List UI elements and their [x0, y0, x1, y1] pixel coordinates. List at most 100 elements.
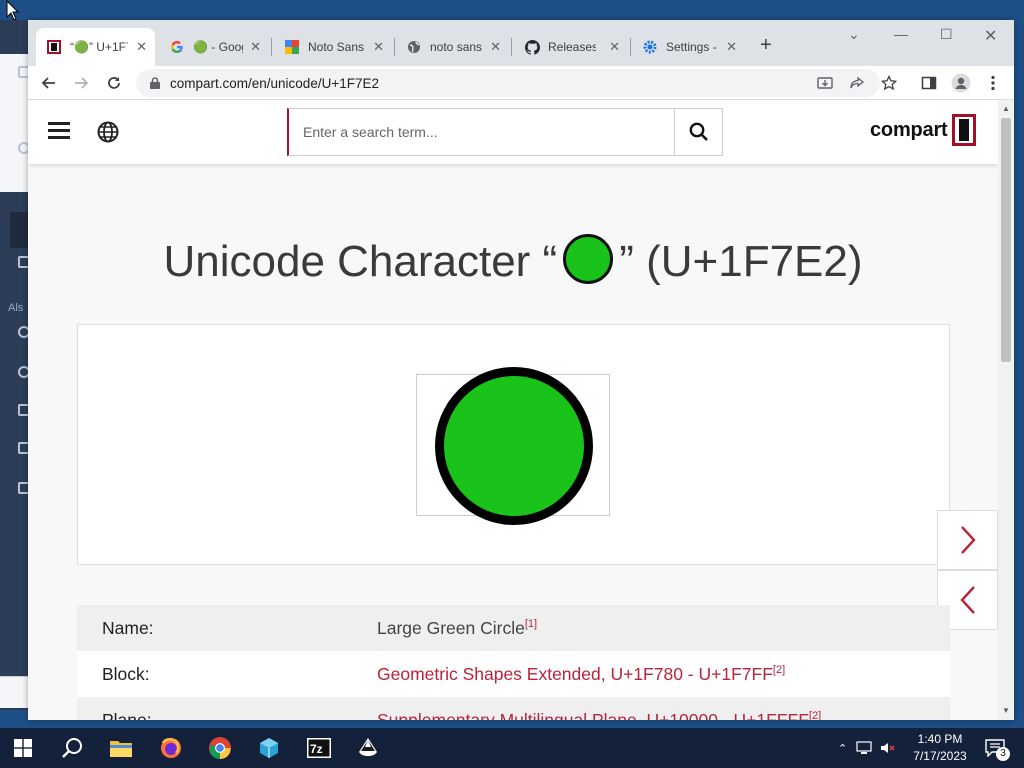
chevron-up-icon[interactable]: ⌃ [838, 742, 847, 755]
close-tab-icon[interactable]: ✕ [250, 39, 261, 55]
page-scrollbar[interactable]: ▲ ▼ [998, 100, 1014, 720]
firefox-icon [161, 738, 181, 758]
inkscape-icon [359, 738, 377, 756]
chevron-right-icon [960, 526, 976, 554]
tab-title: Noto Sans [308, 40, 364, 54]
side-panel-icon[interactable] [918, 72, 940, 94]
next-character-button[interactable] [937, 510, 998, 570]
table-row: Block: Geometric Shapes Extended, U+1F78… [77, 651, 950, 697]
property-value: Supplementary Multilingual Plane, U+1000… [377, 710, 821, 721]
reference-link[interactable]: [2] [773, 664, 785, 676]
url-text: compart.com/en/unicode/U+1F7E2 [170, 75, 379, 91]
google-icon [169, 39, 185, 55]
language-globe-icon[interactable] [97, 121, 119, 143]
tab-google[interactable]: 🟢 - Google ✕ [159, 32, 269, 62]
property-value: Large Green Circle[1] [377, 618, 537, 639]
tab-compart[interactable]: “🟢” U+1F7E2 ✕ [36, 28, 155, 66]
action-center-button[interactable]: 3 [978, 732, 1012, 764]
browser-toolbar: compart.com/en/unicode/U+1F7E2 [28, 66, 1014, 100]
background-app-label: Als [8, 302, 24, 314]
home-icon [10, 212, 30, 248]
cube-app-icon [260, 738, 278, 758]
site-search [287, 108, 723, 156]
search-button[interactable] [55, 732, 89, 764]
property-label: Plane: [102, 709, 152, 721]
title-prefix: Unicode Character “ [163, 237, 558, 286]
volume-muted-icon[interactable] [880, 741, 896, 755]
noto-icon [284, 39, 300, 55]
block-link[interactable]: Geometric Shapes Extended, U+1F780 - U+1… [377, 664, 773, 684]
tab-releases[interactable]: Releases ✕ [514, 32, 628, 62]
more-menu-icon[interactable] [982, 72, 1004, 94]
reference-link[interactable]: [2] [809, 710, 821, 720]
back-arrow-icon[interactable] [38, 72, 60, 94]
new-tab-button[interactable]: + [760, 34, 772, 57]
compart-icon [46, 39, 62, 55]
search-input[interactable] [289, 109, 675, 155]
tab-title: Releases [548, 40, 596, 54]
start-button[interactable] [6, 732, 40, 764]
app-cube-button[interactable] [252, 732, 286, 764]
search-icon [62, 738, 82, 758]
background-app-panel [0, 112, 30, 192]
network-icon[interactable] [856, 741, 872, 755]
search-button[interactable] [674, 109, 722, 155]
hamburger-menu-icon[interactable] [48, 122, 70, 140]
file-explorer-button[interactable] [104, 732, 138, 764]
tab-settings[interactable]: Settings - ✕ [632, 32, 745, 62]
tab-search-chevron-icon[interactable]: ⌄ [848, 26, 860, 43]
reload-icon[interactable] [103, 72, 125, 94]
chrome-button[interactable] [203, 732, 237, 764]
notification-count-badge: 3 [996, 747, 1010, 761]
scroll-up-icon[interactable]: ▲ [1002, 104, 1010, 113]
reference-link[interactable]: [1] [525, 618, 537, 630]
windows-logo-icon [14, 739, 32, 757]
close-tab-icon[interactable]: ✕ [490, 39, 501, 55]
site-header: compart [28, 100, 998, 164]
svg-text:7z: 7z [310, 742, 323, 756]
close-tab-icon[interactable]: ✕ [373, 39, 384, 55]
plane-link[interactable]: Supplementary Multilingual Plane, U+1000… [377, 710, 809, 721]
compart-logo[interactable]: compart [870, 114, 976, 146]
install-app-icon[interactable] [814, 72, 836, 94]
close-tab-icon[interactable]: ✕ [726, 39, 737, 55]
tab-separator [394, 38, 395, 56]
close-tab-icon[interactable]: ✕ [609, 39, 620, 55]
7zip-icon: 7z [307, 738, 331, 758]
forward-arrow-icon[interactable] [70, 72, 92, 94]
tab-noto-sans[interactable]: Noto Sans ✕ [274, 32, 392, 62]
firefox-button[interactable] [154, 732, 188, 764]
tab-strip: “🟢” U+1F7E2 ✕ 🟢 - Google ✕ Noto Sans ✕ n… [28, 20, 1014, 66]
property-value: Geometric Shapes Extended, U+1F780 - U+1… [377, 664, 785, 685]
browser-window: “🟢” U+1F7E2 ✕ 🟢 - Google ✕ Noto Sans ✕ n… [28, 20, 1014, 720]
logo-mark-icon [951, 114, 976, 146]
search-icon [689, 122, 708, 141]
logo-wordmark: compart [870, 118, 948, 141]
maximize-icon[interactable]: ☐ [940, 26, 953, 43]
properties-table: Name: Large Green Circle[1] Block: Geome… [77, 605, 950, 720]
lock-icon[interactable] [150, 77, 160, 89]
tab-noto-sans-search[interactable]: noto sans ✕ [396, 32, 509, 62]
taskbar-clock[interactable]: 1:40 PM 7/17/2023 [908, 731, 972, 765]
bookmark-star-icon[interactable] [878, 72, 900, 94]
tab-title: 🟢 - Google [193, 40, 243, 54]
mouse-cursor-icon [6, 0, 20, 21]
inkscape-button[interactable] [351, 732, 385, 764]
close-window-icon[interactable]: ✕ [984, 26, 997, 46]
settings-icon [642, 39, 658, 55]
table-row: Plane: Supplementary Multilingual Plane,… [77, 697, 950, 720]
folder-icon [110, 741, 132, 757]
scrollbar-thumb[interactable] [1001, 118, 1011, 362]
scroll-down-icon[interactable]: ▼ [1002, 706, 1010, 715]
address-bar[interactable]: compart.com/en/unicode/U+1F7E2 [136, 69, 880, 97]
share-icon[interactable] [846, 72, 868, 94]
table-row: Name: Large Green Circle[1] [77, 605, 950, 651]
7zip-button[interactable]: 7z [302, 732, 336, 764]
clock-date: 7/17/2023 [913, 749, 967, 763]
close-tab-icon[interactable]: ✕ [136, 39, 147, 55]
profile-avatar-icon[interactable] [950, 72, 972, 94]
property-label: Name: [102, 617, 154, 638]
background-app-header [0, 54, 30, 112]
green-circle-glyph-icon [563, 234, 614, 284]
minimize-icon[interactable]: — [894, 26, 908, 42]
